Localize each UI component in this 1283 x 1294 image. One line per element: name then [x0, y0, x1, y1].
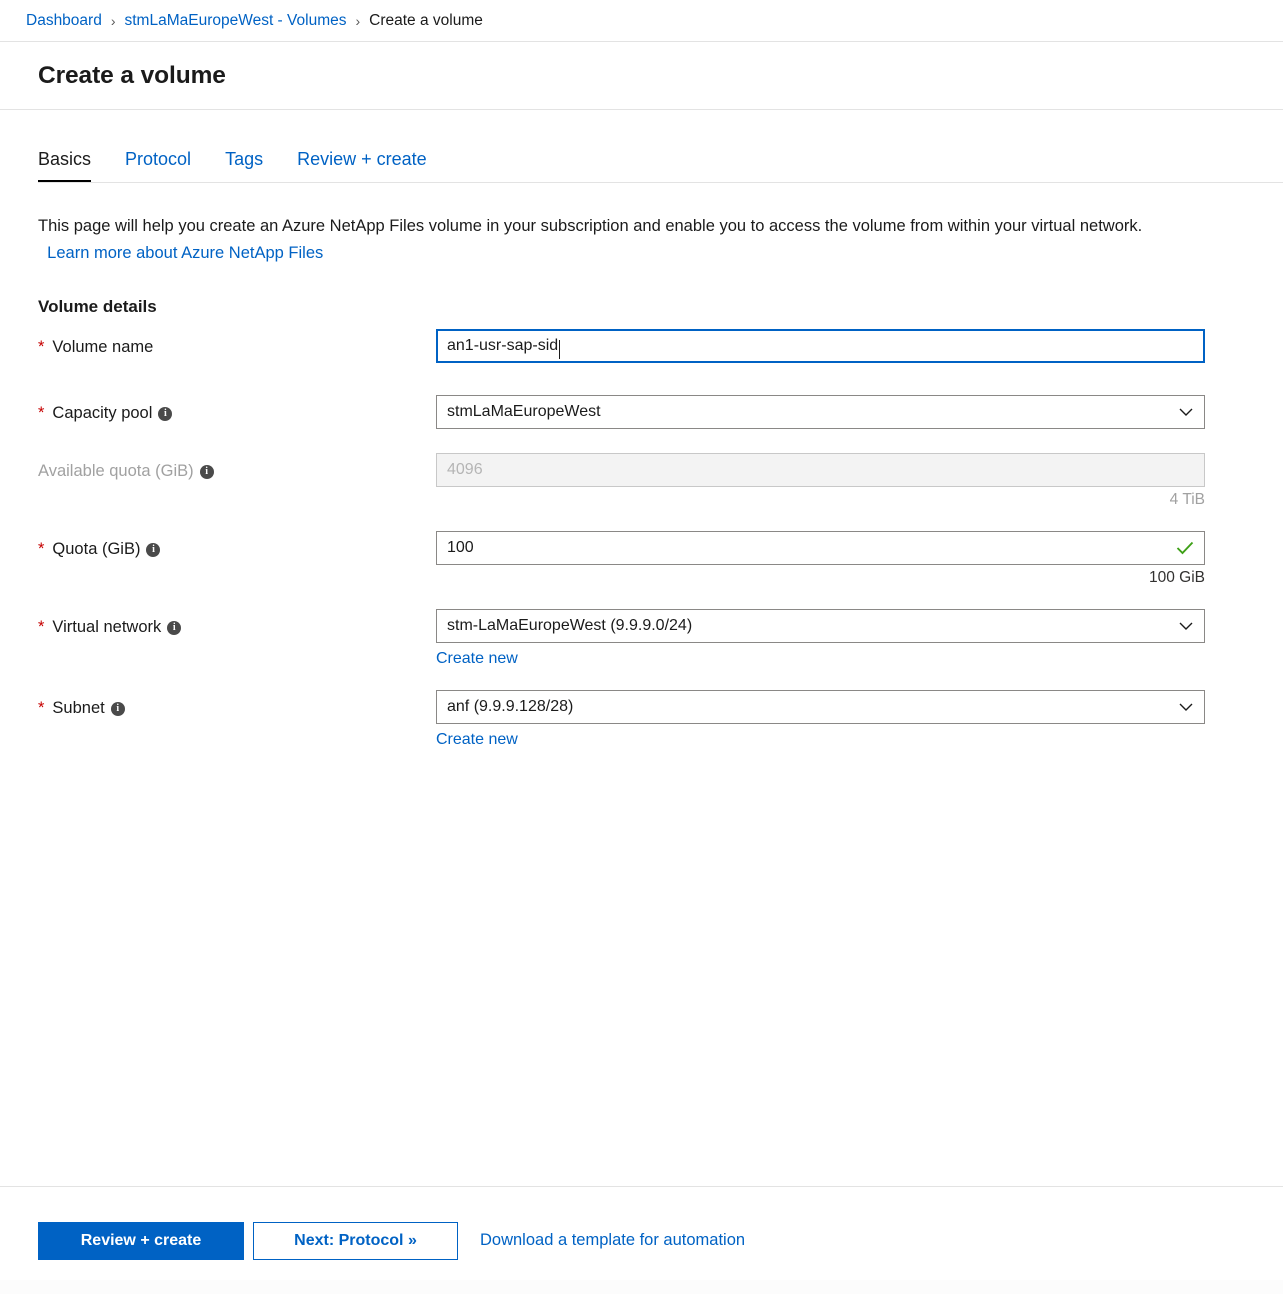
volume-details-form: * Volume name an1-usr-sap-sid * Capacity…: [38, 329, 1245, 749]
label-capacity-pool: * Capacity pool i: [38, 395, 436, 431]
text-caret: [559, 339, 561, 359]
intro-text: This page will help you create an Azure …: [38, 217, 1143, 235]
section-heading-volume-details: Volume details: [38, 297, 157, 316]
info-icon[interactable]: i: [199, 465, 214, 479]
required-asterisk: *: [38, 337, 45, 356]
info-icon[interactable]: i: [146, 543, 161, 557]
breadcrumb-separator-icon: ›: [355, 12, 361, 29]
review-create-button[interactable]: Review + create: [38, 1221, 244, 1260]
field-capacity-pool: stmLaMaEuropeWest: [436, 395, 1205, 429]
tab-tags[interactable]: Tags: [225, 149, 263, 183]
required-asterisk: *: [38, 403, 45, 422]
form-content: This page will help you create an Azure …: [0, 183, 1283, 749]
chevron-down-icon[interactable]: [1168, 610, 1204, 642]
available-quota-input: 4096: [436, 453, 1205, 487]
label-text: Capacity pool: [52, 403, 153, 422]
create-volume-page: Dashboard › stmLaMaEuropeWest - Volumes …: [0, 0, 1283, 1294]
action-bar: Review + create Next: Protocol » Downloa…: [0, 1186, 1283, 1294]
learn-more-link[interactable]: Learn more about Azure NetApp Files: [47, 244, 323, 262]
info-icon[interactable]: i: [110, 702, 125, 716]
breadcrumb: Dashboard › stmLaMaEuropeWest - Volumes …: [0, 0, 1283, 42]
form-row-quota: * Quota (GiB) i 100 100 GiB: [38, 531, 1245, 587]
create-new-virtual-network-link[interactable]: Create new: [436, 650, 518, 668]
label-virtual-network: * Virtual network i: [38, 609, 436, 645]
required-asterisk: *: [38, 698, 45, 717]
intro-paragraph: This page will help you create an Azure …: [38, 213, 1183, 267]
label-text: Subnet: [52, 698, 105, 717]
capacity-pool-value: stmLaMaEuropeWest: [447, 403, 601, 420]
info-icon[interactable]: i: [167, 621, 182, 635]
field-subnet: anf (9.9.9.128/28) Create new: [436, 690, 1205, 749]
volume-name-value: an1-usr-sap-sid: [447, 337, 559, 354]
form-row-available-quota: Available quota (GiB) i 4096 4 TiB: [38, 453, 1245, 509]
capacity-pool-select[interactable]: stmLaMaEuropeWest: [436, 395, 1205, 429]
quota-input[interactable]: 100: [436, 531, 1205, 565]
virtual-network-select[interactable]: stm-LaMaEuropeWest (9.9.9.0/24): [436, 609, 1205, 643]
breadcrumb-separator-icon: ›: [110, 12, 116, 29]
label-text: Available quota (GiB): [38, 461, 194, 480]
tab-protocol[interactable]: Protocol: [125, 149, 191, 183]
virtual-network-value: stm-LaMaEuropeWest (9.9.9.0/24): [447, 617, 693, 634]
tab-bar: Basics Protocol Tags Review + create: [0, 110, 1283, 183]
label-volume-name: * Volume name: [38, 329, 436, 365]
chevron-down-icon[interactable]: [1168, 691, 1204, 723]
form-row-capacity-pool: * Capacity pool i stmLaMaEuropeWest: [38, 395, 1245, 431]
quota-hint: 100 GiB: [1148, 569, 1205, 586]
quota-value: 100: [447, 539, 474, 556]
label-subnet: * Subnet i: [38, 690, 436, 726]
chevron-down-icon[interactable]: [1168, 396, 1204, 428]
breadcrumb-item-volumes[interactable]: stmLaMaEuropeWest - Volumes: [125, 12, 347, 30]
info-icon[interactable]: i: [158, 407, 173, 421]
available-quota-hint: 4 TiB: [1169, 491, 1205, 508]
form-row-virtual-network: * Virtual network i stm-LaMaEuropeWest (…: [38, 609, 1245, 668]
volume-name-input[interactable]: an1-usr-sap-sid: [436, 329, 1205, 363]
label-text: Quota (GiB): [52, 539, 141, 558]
field-virtual-network: stm-LaMaEuropeWest (9.9.9.0/24) Create n…: [436, 609, 1205, 668]
subnet-value: anf (9.9.9.128/28): [447, 698, 574, 715]
required-asterisk: *: [38, 617, 45, 636]
tab-basics[interactable]: Basics: [38, 149, 92, 183]
next-protocol-button[interactable]: Next: Protocol »: [253, 1221, 458, 1260]
field-available-quota: 4096 4 TiB: [436, 453, 1205, 509]
form-row-subnet: * Subnet i anf (9.9.9.128/28) Create new: [38, 690, 1245, 749]
tab-review-create[interactable]: Review + create: [297, 149, 427, 183]
label-text: Virtual network: [52, 617, 162, 636]
page-title: Create a volume: [38, 61, 226, 89]
label-quota: * Quota (GiB) i: [38, 531, 436, 567]
tab-underline-rule: [38, 182, 1283, 183]
available-quota-value: 4096: [447, 461, 483, 478]
required-asterisk: *: [38, 539, 45, 558]
field-volume-name: an1-usr-sap-sid: [436, 329, 1205, 363]
field-quota: 100 100 GiB: [436, 531, 1205, 587]
tab-list: Basics Protocol Tags Review + create: [38, 149, 1283, 183]
breadcrumb-item-dashboard[interactable]: Dashboard: [26, 12, 102, 30]
label-text: Volume name: [52, 337, 154, 356]
download-template-link[interactable]: Download a template for automation: [480, 1231, 745, 1250]
label-available-quota: Available quota (GiB) i: [38, 453, 436, 489]
breadcrumb-item-current: Create a volume: [369, 11, 483, 29]
page-header: Create a volume: [0, 42, 1283, 110]
subnet-select[interactable]: anf (9.9.9.128/28): [436, 690, 1205, 724]
valid-check-icon: [1176, 532, 1194, 564]
form-row-volume-name: * Volume name an1-usr-sap-sid: [38, 329, 1245, 365]
create-new-subnet-link[interactable]: Create new: [436, 731, 518, 749]
